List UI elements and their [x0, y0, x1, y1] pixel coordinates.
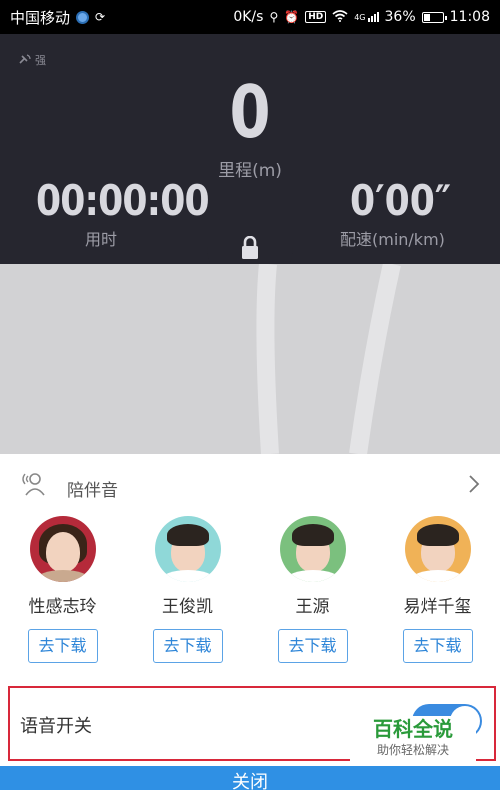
app-notification-icon — [76, 10, 90, 24]
voice-item: 易烊千玺 去下载 — [375, 514, 500, 663]
battery-percent: 36% — [384, 9, 416, 25]
voice-list: 性感志玲 去下载 王俊凯 去下载 王源 去下载 易烊千玺 去下载 — [0, 514, 500, 674]
battery-icon — [421, 11, 447, 23]
carrier-label: 中国移动 — [10, 8, 71, 27]
avatar[interactable] — [29, 516, 96, 582]
voice-name: 性感志玲 — [28, 597, 97, 617]
voice-name: 王俊凯 — [162, 597, 213, 617]
elapsed-time-label: 用时 — [85, 230, 118, 249]
bottom-action-label: 关闭 — [232, 772, 268, 790]
clock: 11:08 — [449, 9, 490, 25]
elapsed-time-value: 00:00:00 — [36, 176, 210, 225]
voice-name: 易烊千玺 — [403, 597, 472, 617]
battery-fill — [423, 13, 430, 21]
location-icon: ⚲ — [269, 10, 279, 24]
lock-icon — [240, 235, 260, 264]
download-button[interactable]: 去下载 — [277, 629, 348, 663]
status-bar: 中国移动 ⟳ 0K/s ⚲ ⏰ HD 4G 36% 11:08 — [0, 0, 500, 34]
voice-switch-label: 语音开关 — [20, 716, 92, 737]
run-stats-panel: 强 0 里程(m) 00:00:00 用时 0′00″ 配速(min/km) — [0, 34, 500, 290]
pace-value: 0′00″ — [350, 176, 452, 225]
avatar[interactable] — [154, 516, 221, 582]
companion-voice-section: 陪伴音 性感志玲 去下载 王俊凯 去下载 王源 去下载 易烊千玺 去下载 — [0, 454, 500, 684]
cellular-signal-icon: 4G — [354, 12, 379, 22]
gps-signal: 强 — [18, 52, 46, 68]
sync-icon: ⟳ — [95, 10, 106, 24]
watermark-title: 百科全说 — [373, 717, 453, 741]
watermark-subtitle: 助你轻松解决 — [376, 743, 449, 757]
gps-strength-label: 强 — [35, 54, 46, 67]
companion-voice-icon — [20, 470, 46, 500]
voice-item: 性感志玲 去下载 — [0, 514, 125, 663]
chevron-right-icon[interactable] — [468, 474, 480, 499]
avatar[interactable] — [404, 516, 471, 582]
bottom-action-button[interactable]: 关闭 — [0, 766, 500, 790]
wifi-icon — [332, 10, 348, 24]
voice-item: 王俊凯 去下载 — [125, 514, 250, 663]
map-roads — [256, 264, 401, 454]
voice-item: 王源 去下载 — [250, 514, 375, 663]
companion-voice-title: 陪伴音 — [67, 481, 118, 501]
network-speed: 0K/s — [233, 9, 264, 25]
gps-satellite-icon — [18, 53, 32, 68]
hd-icon: HD — [305, 11, 327, 23]
map-view[interactable] — [0, 264, 500, 454]
companion-voice-header[interactable]: 陪伴音 — [0, 454, 500, 502]
download-button[interactable]: 去下载 — [152, 629, 223, 663]
download-button[interactable]: 去下载 — [27, 629, 98, 663]
distance-value: 0 — [229, 70, 271, 154]
pace-label: 配速(min/km) — [340, 230, 445, 249]
voice-name: 王源 — [295, 597, 330, 617]
alarm-icon: ⏰ — [284, 10, 300, 24]
avatar[interactable] — [279, 516, 346, 582]
network-type: 4G — [354, 13, 366, 22]
download-button[interactable]: 去下载 — [402, 629, 473, 663]
watermark-logo: 百科全说 助你轻松解决 — [350, 716, 476, 764]
